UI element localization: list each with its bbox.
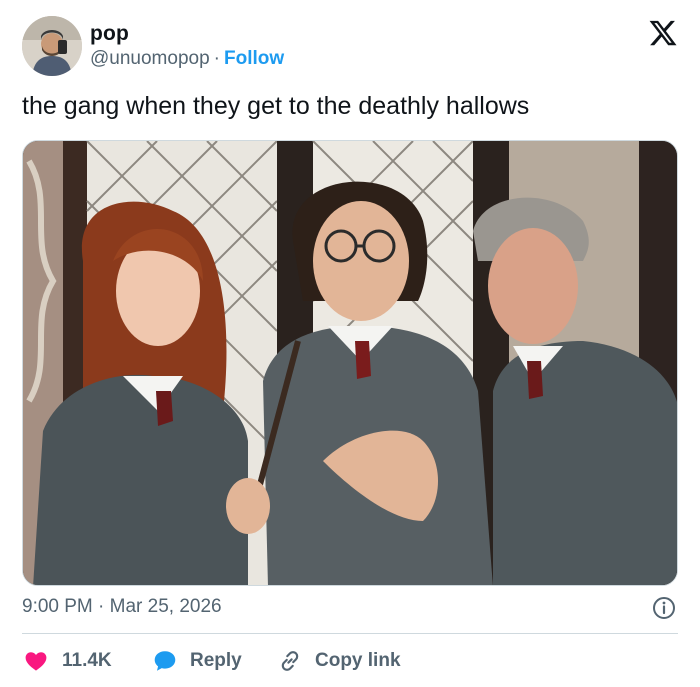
avatar-image xyxy=(22,16,82,76)
like-count: 11.4K xyxy=(62,650,112,671)
tweet-text: the gang when they get to the deathly ha… xyxy=(22,92,530,120)
x-logo-icon[interactable] xyxy=(648,18,678,48)
tweet-card: pop @unuomopop · Follow the gang when they… xyxy=(0,0,700,687)
handle-row: @unuomopop · Follow xyxy=(90,48,284,70)
follow-button[interactable]: Follow xyxy=(224,48,284,69)
author-handle[interactable]: @unuomopop xyxy=(90,48,210,69)
tweet-header: pop @unuomopop · Follow xyxy=(22,16,678,78)
copy-link-button[interactable]: Copy link xyxy=(277,646,401,676)
link-icon xyxy=(281,651,299,671)
speech-bubble-icon xyxy=(154,651,176,671)
avatar[interactable] xyxy=(22,16,82,76)
action-bar: 11.4K Reply Copy link xyxy=(22,646,678,676)
reply-button[interactable]: Reply xyxy=(152,646,242,676)
like-button[interactable]: 11.4K xyxy=(24,646,112,676)
tweet-timestamp[interactable]: 9:00 PM · Mar 25, 2026 xyxy=(22,596,222,618)
info-icon[interactable] xyxy=(652,596,676,620)
divider xyxy=(22,633,678,634)
separator-dot: · xyxy=(213,48,220,69)
heart-icon xyxy=(25,652,47,671)
tweet-photo[interactable] xyxy=(22,140,678,586)
copy-link-label: Copy link xyxy=(315,650,401,671)
reply-label: Reply xyxy=(190,650,242,671)
author-name[interactable]: pop xyxy=(90,22,129,46)
photo-image xyxy=(23,141,677,585)
